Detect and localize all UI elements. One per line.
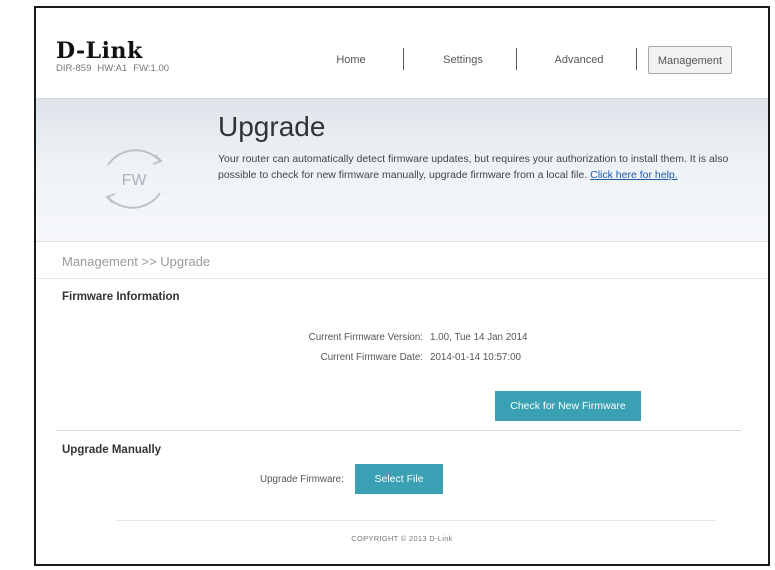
breadcrumb: Management >> Upgrade — [62, 254, 211, 269]
firmware-version-label: Current Firmware Version: — [308, 332, 423, 343]
firmware-date-label: Current Firmware Date: — [320, 352, 423, 363]
firmware-version-value: 1.00, Tue 14 Jan 2014 — [430, 332, 528, 343]
copyright-text: COPYRIGHT © 2013 D-Link — [351, 534, 453, 543]
divider — [56, 430, 741, 431]
divider — [36, 278, 768, 279]
divider — [116, 520, 716, 521]
page-description: Your router can automatically detect fir… — [218, 151, 748, 183]
dlink-logo[interactable]: D-Link — [56, 38, 143, 64]
upgrade-firmware-label: Upgrade Firmware: — [260, 474, 344, 485]
firmware-refresh-icon: FW — [94, 139, 174, 219]
page-banner: FW Upgrade Your router can automatically… — [36, 98, 768, 242]
upgrade-manually-heading: Upgrade Manually — [62, 444, 162, 456]
model-info: DIR-859 HW:A1 FW:1.00 — [56, 63, 175, 74]
nav-management[interactable]: Management — [648, 46, 732, 74]
header: D-Link DIR-859 HW:A1 FW:1.00 Home Settings… — [36, 8, 768, 98]
select-file-button[interactable]: Select File — [355, 464, 443, 494]
firmware-date-value: 2014-01-14 10:57:00 — [430, 352, 521, 363]
nav-settings[interactable]: Settings — [418, 46, 508, 74]
nav-advanced[interactable]: Advanced — [531, 46, 627, 74]
check-new-firmware-button[interactable]: Check for New Firmware — [495, 391, 641, 421]
help-link[interactable]: Click here for help. — [590, 169, 678, 181]
model-name: DIR-859 — [56, 63, 92, 74]
nav-divider — [516, 48, 517, 70]
router-admin-window: D-Link DIR-859 HW:A1 FW:1.00 Home Settings… — [34, 6, 770, 566]
page-title: Upgrade — [218, 111, 326, 142]
firmware-icon-label: FW — [122, 172, 148, 189]
firmware-version-short: FW:1.00 — [133, 63, 170, 74]
firmware-info-heading: Firmware Information — [62, 291, 180, 303]
nav-home[interactable]: Home — [306, 46, 396, 74]
nav-divider — [403, 48, 404, 70]
nav-divider — [636, 48, 637, 70]
hardware-version: HW:A1 — [97, 63, 128, 74]
